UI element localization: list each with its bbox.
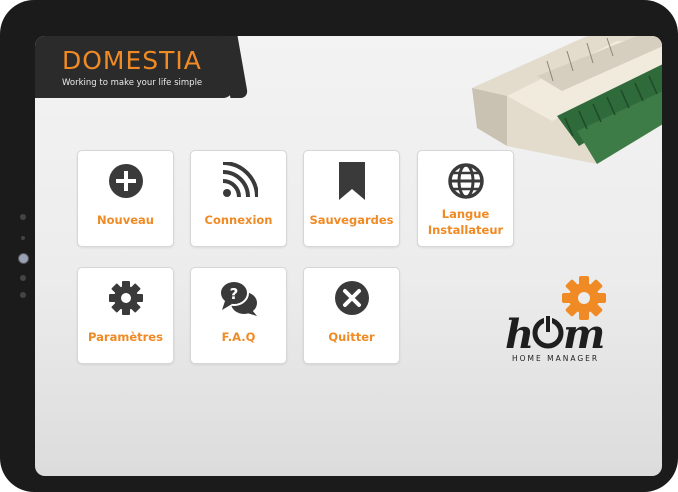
tile-langue-installateur[interactable]: Langue Installateur [417, 150, 514, 247]
gear-icon [108, 281, 143, 315]
plus-circle-icon [108, 164, 143, 198]
domestia-logo: DOMESTIA Working to make your life simpl… [35, 36, 233, 98]
svg-text:?: ? [229, 285, 238, 303]
camera-icon [18, 253, 29, 264]
tile-label: Paramètres [88, 330, 163, 344]
tile-sauvegardes[interactable]: Sauvegardes [303, 150, 400, 247]
controller-device-image [472, 36, 662, 164]
close-circle-icon [334, 281, 369, 315]
tile-quitter[interactable]: Quitter [303, 267, 400, 364]
side-button [20, 214, 26, 220]
tile-nouveau[interactable]: Nouveau [77, 150, 174, 247]
tile-label-line2: Installateur [427, 223, 504, 237]
tile-label: F.A.Q [221, 330, 256, 344]
wifi-signal-icon [222, 162, 258, 198]
app-screen: DOMESTIA Working to make your life simpl… [35, 36, 662, 476]
brand-title: DOMESTIA [62, 46, 202, 75]
bookmark-icon [338, 162, 365, 200]
tile-label: Langue Installateur [418, 206, 513, 238]
svg-text:m: m [563, 311, 605, 358]
tile-label-line1: Langue [441, 207, 490, 221]
side-dot [21, 236, 25, 240]
tile-connexion[interactable]: Connexion [190, 150, 287, 247]
tile-parametres[interactable]: Paramètres [77, 267, 174, 364]
side-button [20, 275, 26, 281]
brand-tagline: Working to make your life simple [62, 78, 203, 88]
hom-subtitle: HOME MANAGER [512, 354, 600, 363]
svg-text:h: h [505, 311, 534, 358]
tile-label: Quitter [328, 330, 375, 344]
tile-faq[interactable]: ? F.A.Q [190, 267, 287, 364]
tile-label: Connexion [204, 213, 273, 227]
tile-label: Nouveau [97, 213, 154, 227]
tile-label: Sauvegardes [309, 213, 394, 227]
globe-icon [447, 163, 484, 199]
faq-chat-icon: ? [218, 280, 257, 316]
hom-logo: h m [505, 276, 606, 358]
side-button [20, 292, 26, 298]
